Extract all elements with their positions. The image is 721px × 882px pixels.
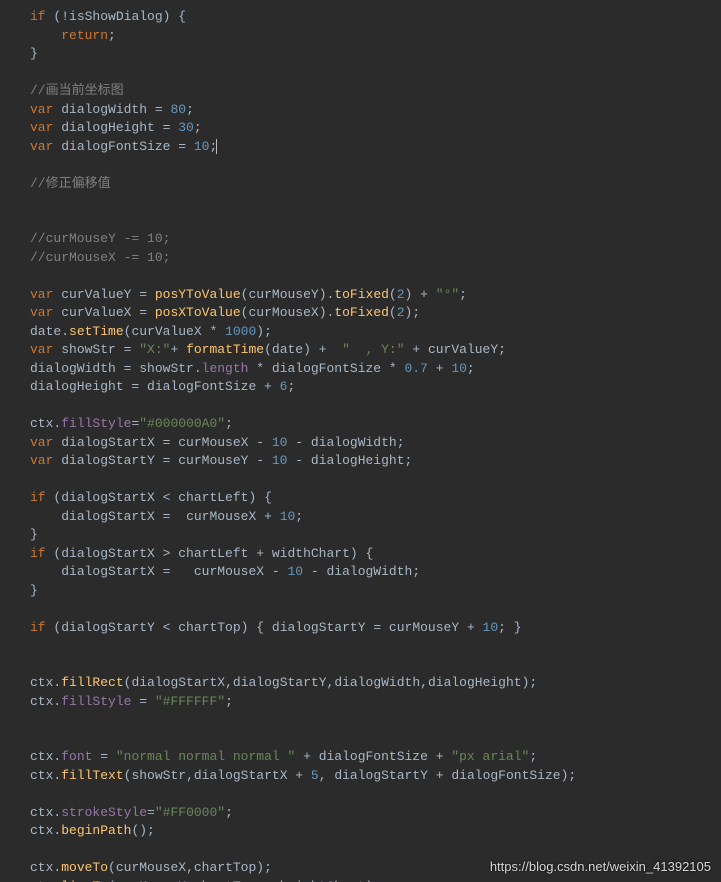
kw-if: if xyxy=(30,9,46,24)
code-editor[interactable]: if (!isShowDialog) { return; } //画当前坐标图 … xyxy=(0,0,721,882)
comment: //curMouseX -= 10; xyxy=(30,250,170,265)
comment: //curMouseY -= 10; xyxy=(30,231,170,246)
comment: //画当前坐标图 xyxy=(30,83,124,98)
watermark-text: https://blog.csdn.net/weixin_41392105 xyxy=(490,859,711,874)
text-caret xyxy=(216,139,217,154)
comment: //修正偏移值 xyxy=(30,176,111,191)
kw-return: return xyxy=(61,28,108,43)
